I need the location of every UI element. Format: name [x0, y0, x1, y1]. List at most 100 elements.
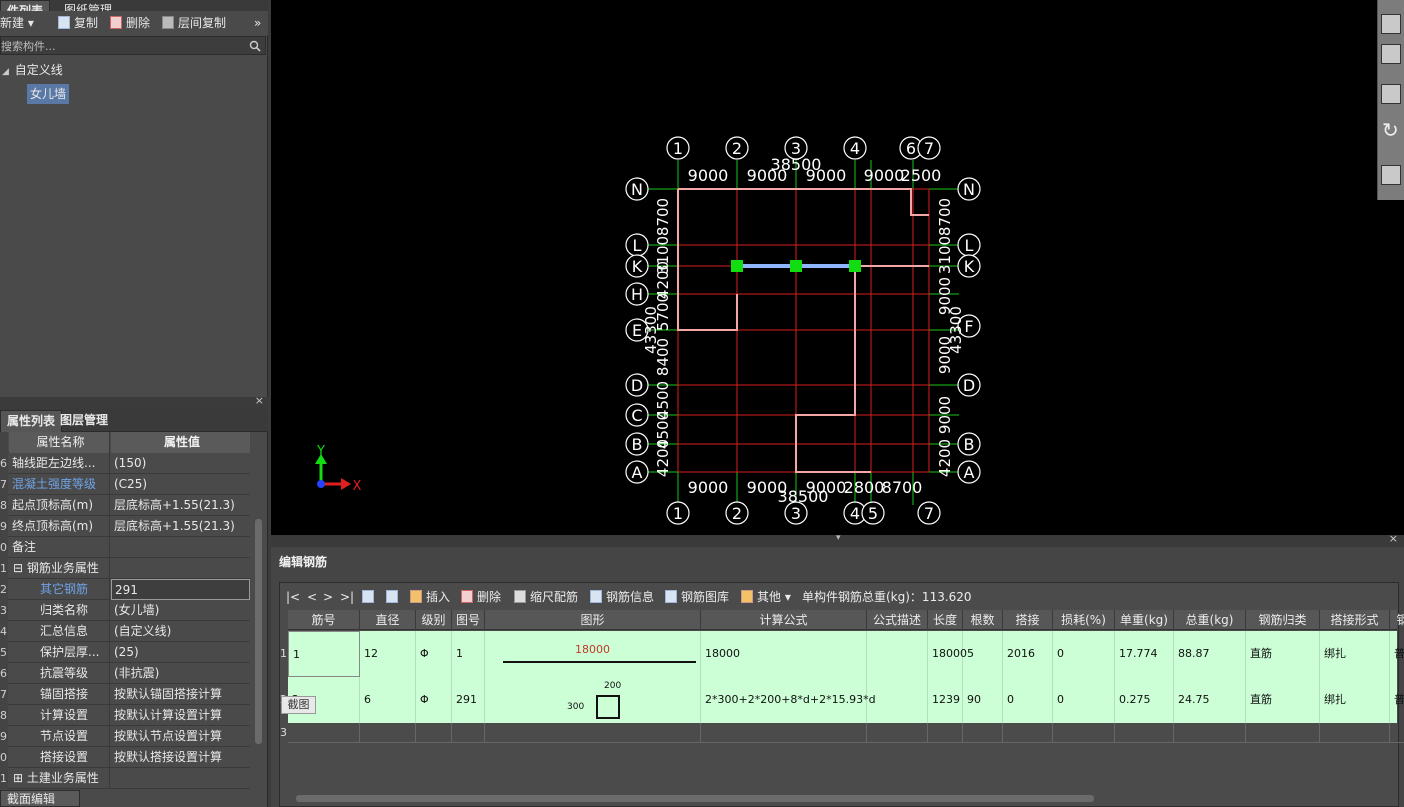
- rotate-icon[interactable]: ↻: [1382, 118, 1399, 142]
- property-value[interactable]: (150): [111, 453, 250, 474]
- property-row[interactable]: 0 搭接设置 按默认搭接设置计算: [0, 747, 250, 768]
- table-cell[interactable]: 0.275: [1115, 677, 1174, 723]
- property-row[interactable]: 0 备注: [0, 537, 250, 558]
- table-cell[interactable]: 17.774: [1115, 631, 1174, 677]
- table-cell[interactable]: [416, 723, 452, 743]
- 3d-view-icon[interactable]: [1381, 14, 1401, 34]
- cad-viewport[interactable]: 1 2 3 4 6 7 1 2 3 4 5 7 N L K H E D C B A N L K F D B A 38500 9000 900…: [271, 0, 1377, 535]
- column-header[interactable]: 总重(kg): [1174, 610, 1246, 630]
- table-cell[interactable]: [867, 723, 928, 743]
- column-header[interactable]: 钢: [1390, 610, 1404, 630]
- table-row[interactable]: 1 12 Φ 1 18000 18000 18000 5 2016 0 17.774 88.87 直筋绑…: [288, 631, 1404, 677]
- column-header[interactable]: 级别: [416, 610, 452, 630]
- property-row[interactable]: 9 终点顶标高(m) 层底标高+1.55(21.3): [0, 516, 250, 537]
- tab-section-edit[interactable]: 截面编辑: [0, 790, 80, 807]
- column-header[interactable]: 直径(mm): [360, 610, 416, 647]
- property-value[interactable]: (女儿墙): [111, 600, 250, 621]
- table-cell[interactable]: 18000: [485, 631, 701, 677]
- property-value[interactable]: (25): [111, 642, 250, 663]
- table-cell[interactable]: 绑扎: [1320, 677, 1390, 723]
- table-cell[interactable]: [1053, 723, 1115, 743]
- new-button[interactable]: 新建 ▾: [0, 14, 34, 32]
- property-row[interactable]: 3 归类名称 (女儿墙): [0, 600, 250, 621]
- box-view-icon[interactable]: [1381, 84, 1401, 104]
- property-value[interactable]: 按默认搭接设置计算: [111, 747, 250, 768]
- top-view-icon[interactable]: [1381, 44, 1401, 64]
- rebar-library-button[interactable]: 钢筋图库: [665, 588, 729, 606]
- table-cell[interactable]: 2*300+2*200+8*d+2*15.93*d: [701, 677, 876, 723]
- property-value[interactable]: (C25): [111, 474, 250, 495]
- tab-property-list[interactable]: 属性列表: [0, 410, 63, 432]
- panel-splitter[interactable]: ×: [0, 394, 268, 409]
- move-down-icon[interactable]: [386, 588, 398, 606]
- table-cell[interactable]: [360, 723, 416, 743]
- delete-button[interactable]: 删除: [110, 14, 150, 32]
- property-row[interactable]: 1 ⊟ 钢筋业务属性: [0, 558, 250, 579]
- property-value[interactable]: [111, 768, 250, 789]
- table-cell[interactable]: 0: [1053, 631, 1115, 677]
- rebar-info-button[interactable]: 钢筋信息: [590, 588, 654, 606]
- table-cell[interactable]: [1115, 723, 1174, 743]
- table-cell[interactable]: 291: [452, 677, 485, 723]
- table-cell[interactable]: [1003, 723, 1053, 743]
- horizontal-scrollbar[interactable]: [296, 795, 1094, 802]
- property-value[interactable]: 291: [111, 579, 250, 600]
- copy-button[interactable]: 复制: [58, 14, 98, 32]
- insert-button[interactable]: 插入: [410, 588, 450, 606]
- table-cell[interactable]: 12: [360, 631, 416, 677]
- table-cell[interactable]: 24.75: [1174, 677, 1246, 723]
- table-cell[interactable]: 直筋: [1246, 631, 1320, 677]
- column-header[interactable]: 图形: [485, 610, 701, 630]
- floor-copy-button[interactable]: 层间复制: [162, 14, 226, 32]
- table-row[interactable]: 26Φ2912003002*300+2*200+8*d+2*15.93*d123…: [288, 677, 1404, 723]
- column-header[interactable]: 计算公式: [701, 610, 867, 630]
- property-row[interactable]: 7 锚固搭接 按默认锚固搭接计算: [0, 684, 250, 705]
- table-cell[interactable]: [963, 723, 1003, 743]
- table-cell[interactable]: [485, 723, 701, 743]
- property-value[interactable]: [111, 537, 250, 558]
- next-record-button[interactable]: >: [323, 588, 333, 606]
- property-row[interactable]: 8 计算设置 按默认计算设置计算: [0, 705, 250, 726]
- table-cell[interactable]: 普: [1390, 677, 1404, 723]
- table-cell[interactable]: [928, 723, 963, 743]
- more-button[interactable]: »: [254, 14, 261, 32]
- property-row[interactable]: 5 保护层厚... (25): [0, 642, 250, 663]
- table-cell[interactable]: [1390, 723, 1404, 743]
- column-header[interactable]: 公式描述: [867, 610, 928, 630]
- move-up-icon[interactable]: [362, 588, 374, 606]
- table-row[interactable]: [288, 723, 1404, 743]
- table-cell[interactable]: 1: [288, 631, 360, 677]
- column-header[interactable]: 根数: [963, 610, 1003, 630]
- table-cell[interactable]: Φ: [416, 677, 452, 723]
- column-header[interactable]: 搭接: [1003, 610, 1053, 630]
- property-value[interactable]: 按默认节点设置计算: [111, 726, 250, 747]
- property-row[interactable]: 1 ⊞ 土建业务属性: [0, 768, 250, 789]
- table-cell[interactable]: Φ: [416, 631, 452, 677]
- table-cell[interactable]: [701, 723, 867, 743]
- table-cell[interactable]: 0: [1053, 677, 1115, 723]
- property-row[interactable]: 8 起点顶标高(m) 层底标高+1.55(21.3): [0, 495, 250, 516]
- table-cell[interactable]: 1: [452, 631, 485, 677]
- prev-record-button[interactable]: <: [307, 588, 317, 606]
- column-header[interactable]: 筋号: [288, 610, 360, 630]
- property-value[interactable]: 层底标高+1.55(21.3): [111, 495, 250, 516]
- property-value[interactable]: [111, 558, 250, 579]
- table-cell[interactable]: 18000: [928, 631, 967, 677]
- property-value[interactable]: 层底标高+1.55(21.3): [111, 516, 250, 537]
- table-cell[interactable]: [1174, 723, 1246, 743]
- scale-rebar-button[interactable]: 缩尺配筋: [514, 588, 578, 606]
- table-cell[interactable]: [1246, 723, 1320, 743]
- splitter-arrow-icon[interactable]: ▾: [836, 533, 841, 543]
- tree-item-selected[interactable]: 女儿墙: [27, 84, 70, 104]
- table-cell[interactable]: 200 300: [485, 677, 701, 723]
- property-value[interactable]: (自定义线): [111, 621, 250, 642]
- property-row[interactable]: 7 混凝土强度等级 (C25): [0, 474, 250, 495]
- table-cell[interactable]: 6: [360, 677, 416, 723]
- table-cell[interactable]: 88.87: [1174, 631, 1246, 677]
- table-cell[interactable]: 绑扎: [1320, 631, 1390, 677]
- table-cell[interactable]: [288, 723, 360, 743]
- column-header[interactable]: 钢筋归类: [1246, 610, 1320, 630]
- row-number[interactable]: 1: [280, 647, 288, 660]
- close-icon[interactable]: ×: [1389, 532, 1398, 545]
- viewport-splitter[interactable]: ▾ ×: [271, 532, 1404, 547]
